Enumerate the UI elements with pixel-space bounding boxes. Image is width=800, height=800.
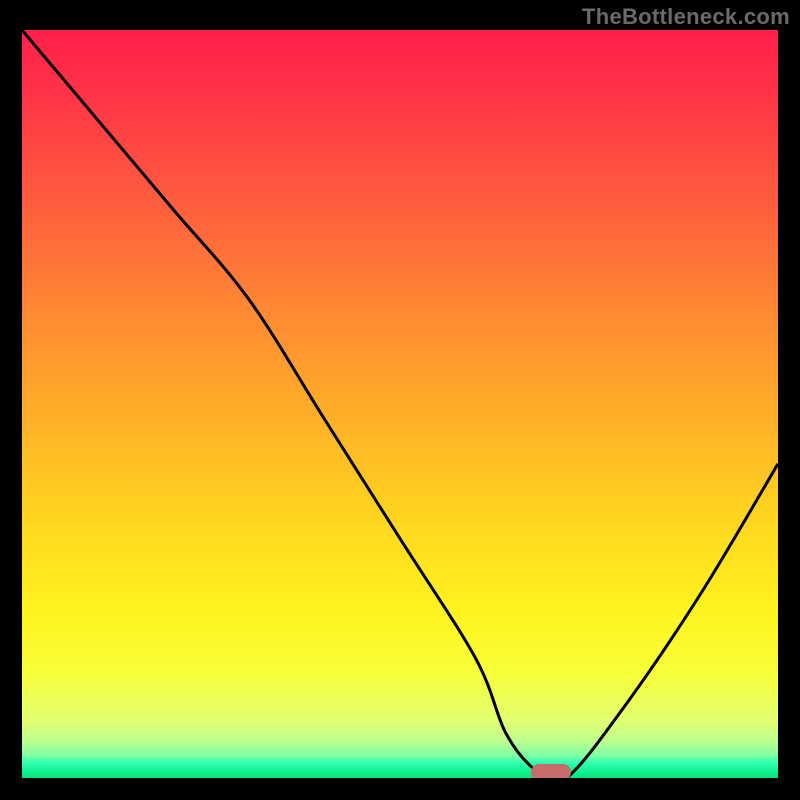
watermark-text: TheBottleneck.com [582, 4, 790, 30]
curve-line [22, 30, 778, 778]
optimal-point-marker [531, 764, 571, 778]
chart-frame: TheBottleneck.com [0, 0, 800, 800]
gradient-plot-area [22, 30, 778, 778]
bottleneck-curve [22, 30, 778, 778]
